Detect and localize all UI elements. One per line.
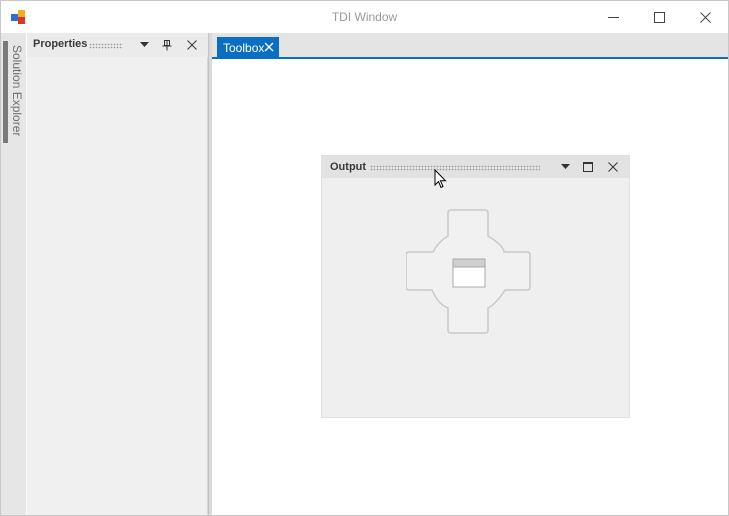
tab-toolbox-label: Toolbox [223, 41, 265, 55]
output-close-button[interactable] [605, 159, 621, 175]
tdi-window: TDI Window Solution Explorer Properties … [0, 0, 729, 516]
minimize-button[interactable] [590, 1, 636, 33]
close-icon [608, 162, 618, 172]
document-tabstrip: Toolbox [212, 33, 728, 59]
dropdown-arrow-icon [560, 164, 570, 169]
dock-fill-icon [452, 258, 486, 288]
dropdown-arrow-icon [139, 42, 149, 47]
mouse-cursor-icon [434, 169, 447, 189]
output-window-header[interactable]: Output [322, 156, 629, 178]
autohide-strip-left: Solution Explorer [1, 33, 26, 515]
maximize-button[interactable] [636, 1, 682, 33]
autohide-tab-label: Solution Explorer [10, 45, 24, 137]
close-icon [187, 40, 197, 50]
properties-close-button[interactable] [184, 37, 200, 53]
properties-panel: Properties [27, 33, 208, 515]
output-dropdown-button[interactable] [557, 159, 573, 175]
properties-panel-title: Properties [33, 38, 88, 50]
title-bar[interactable]: TDI Window [1, 1, 728, 33]
output-maximize-button[interactable] [580, 159, 596, 175]
close-icon [699, 11, 711, 23]
autohide-tab-solution-explorer[interactable]: Solution Explorer [10, 45, 24, 141]
maximize-icon [583, 162, 593, 172]
tab-toolbox[interactable]: Toolbox [217, 37, 279, 57]
tab-close-icon[interactable] [264, 42, 274, 52]
properties-panel-header[interactable]: Properties [27, 33, 208, 57]
drag-grip[interactable] [370, 165, 540, 171]
close-button[interactable] [682, 1, 728, 33]
dock-guide-icon[interactable] [406, 208, 532, 336]
output-floating-window[interactable]: Output [321, 155, 630, 418]
pin-icon [162, 39, 172, 50]
output-window-title: Output [330, 161, 367, 173]
properties-dropdown-button[interactable] [136, 37, 152, 53]
maximize-icon [653, 11, 665, 23]
autohide-tab-indicator [3, 41, 8, 143]
minimize-icon [607, 16, 619, 18]
properties-pin-button[interactable] [159, 37, 175, 53]
drag-grip[interactable] [89, 43, 123, 49]
